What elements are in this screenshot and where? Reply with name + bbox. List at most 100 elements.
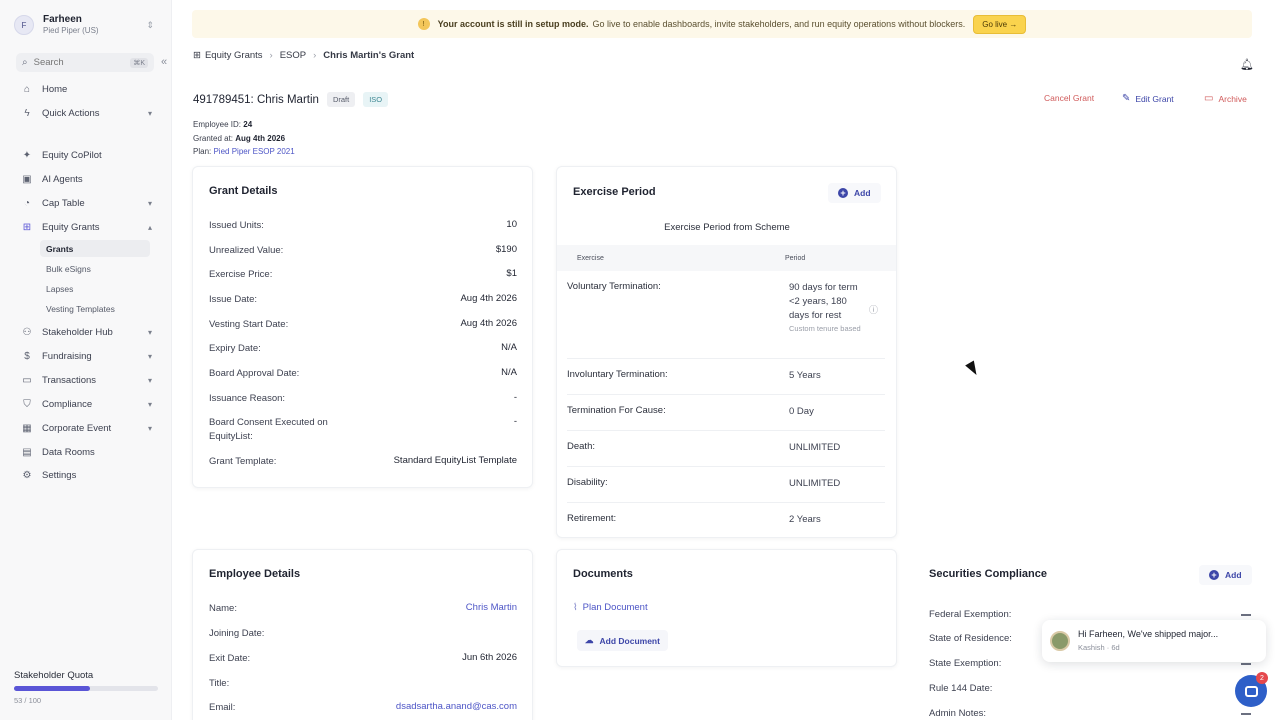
detail-key: Vesting Start Date: (209, 319, 289, 330)
sidebar-item-fundraising[interactable]: $ Fundraising ▾ (20, 346, 152, 366)
sidebar-item-settings[interactable]: ⚙ Settings (20, 465, 152, 485)
mouse-cursor-icon (965, 360, 981, 378)
detail-value: - (513, 416, 517, 427)
chat-notification[interactable]: Hi Farheen, We've shipped major... Kashi… (1042, 620, 1266, 662)
detail-key: Title: (209, 678, 230, 689)
exercise-value: 2 Years (789, 514, 821, 525)
employee-email-link[interactable]: dsadsartha.anand@cas.com (396, 701, 517, 715)
banner-bold-text: Your account is still in setup mode. (437, 19, 589, 29)
archive-button[interactable]: ▭ Archive (1204, 93, 1247, 104)
sidebar-item-label: AI Agents (42, 173, 83, 185)
info-icon[interactable]: ⓘ (869, 303, 878, 358)
detail-row: Unrealized Value: $190 (209, 244, 517, 258)
collapse-sidebar-icon[interactable]: « (161, 56, 167, 68)
sidebar-item-label: Stakeholder Hub (42, 326, 113, 338)
sidebar-item-equity-copilot[interactable]: ✦ Equity CoPilot (20, 145, 152, 165)
paperclip-icon: ⌇ (573, 602, 578, 613)
quota-progress-fill (14, 686, 91, 691)
dollar-icon: $ (24, 350, 30, 362)
sidebar-subitem-bulk-esigns[interactable]: Bulk eSigns (40, 260, 150, 277)
exercise-row: Termination For Cause: 0 Day (567, 405, 885, 431)
grant-meta: Employee ID: 24 Granted at: Aug 4th 2026… (193, 118, 295, 159)
warning-icon: ! (417, 18, 430, 30)
search-box[interactable]: ⌕ ⌘K (16, 53, 154, 72)
sidebar-item-label: Equity CoPilot (42, 149, 102, 161)
breadcrumb-root[interactable]: Equity Grants (205, 50, 263, 61)
sidebar-item-cap-table[interactable]: ◔ Cap Table ▾ (20, 193, 152, 213)
sidebar-item-quick-actions[interactable]: ϟ Quick Actions ▾ (20, 103, 152, 123)
exercise-value: UNLIMITED (789, 478, 841, 489)
chevron-down-icon: ▾ (147, 351, 152, 361)
add-exercise-button[interactable]: + Add (828, 183, 881, 203)
sidebar-item-label: Quick Actions (42, 107, 100, 119)
breadcrumb: ⊞ Equity Grants › ESOP › Chris Martin's … (193, 50, 414, 61)
card-title: Exercise Period (573, 186, 656, 198)
sidebar-item-home[interactable]: ⌂ Home (20, 79, 152, 99)
chevron-right-icon: › (313, 50, 317, 61)
detail-key: Issuance Reason: (209, 393, 286, 404)
sidebar-subitem-grants[interactable]: Grants (40, 240, 150, 257)
chevron-down-icon: ▾ (147, 327, 152, 337)
sidebar-item-equity-grants[interactable]: ⊞ Equity Grants ▴ (20, 217, 152, 237)
gift-icon: ⊞ (193, 50, 201, 61)
chat-message: Hi Farheen, We've shipped major... (1078, 629, 1219, 639)
detail-value: N/A (501, 342, 517, 353)
cloud-upload-icon: ☁ (585, 635, 594, 645)
sidebar-subitem-lapses[interactable]: Lapses (40, 280, 150, 297)
chat-launcher-button[interactable]: 2 (1235, 672, 1268, 707)
detail-value: Standard EquityList Template (393, 455, 517, 466)
compliance-key: Rule 144 Date: (929, 683, 993, 694)
detail-key: Name: (209, 603, 237, 614)
quota-progress-bar (14, 686, 158, 691)
detail-value: 10 (506, 219, 517, 230)
workspace-name: Farheen (43, 14, 82, 25)
sidebar-item-ai-agents[interactable]: ▣ AI Agents (20, 169, 152, 189)
workspace-switcher[interactable]: F Farheen Pied Piper (US) ⇕ (14, 10, 154, 40)
sidebar: F Farheen Pied Piper (US) ⇕ ⌕ ⌘K « ⌂ Hom… (0, 0, 172, 720)
pencil-icon: ✎ (1122, 93, 1131, 104)
sidebar-subitem-vesting-templates[interactable]: Vesting Templates (40, 300, 150, 317)
add-document-button[interactable]: ☁ Add Document (577, 630, 668, 651)
granted-value: Aug 4th 2026 (235, 133, 286, 143)
detail-key: Grant Template: (209, 456, 277, 467)
sidebar-item-label: Settings (42, 469, 77, 481)
add-securities-button[interactable]: + Add (1199, 565, 1252, 585)
quota-label: Stakeholder Quota (14, 670, 94, 681)
unread-count-badge: 2 (1256, 672, 1268, 684)
exercise-value: 0 Day (789, 406, 814, 417)
cancel-grant-button[interactable]: Cancel Grant (1044, 93, 1094, 103)
plan-link[interactable]: Pied Piper ESOP 2021 (213, 147, 294, 156)
sidebar-item-data-rooms[interactable]: ▤ Data Rooms (20, 442, 152, 462)
compliance-key: State Exemption: (929, 658, 1002, 669)
bolt-icon: ϟ (24, 107, 30, 119)
bell-icon[interactable]: 🔔︎ (1240, 58, 1254, 71)
sidebar-item-transactions[interactable]: ▭ Transactions ▾ (20, 370, 152, 390)
detail-value: Jun 6th 2026 (462, 652, 517, 663)
chevron-up-icon: ▴ (147, 222, 152, 232)
search-input[interactable] (33, 57, 118, 68)
breadcrumb-mid[interactable]: ESOP (280, 50, 306, 61)
compliance-key: State of Residence: (929, 633, 1012, 644)
gear-icon: ⚙ (22, 469, 32, 481)
chevron-updown-icon: ⇕ (146, 19, 154, 30)
detail-value: Aug 4th 2026 (460, 293, 517, 304)
plus-icon: + (838, 188, 848, 198)
cancel-grant-label: Cancel Grant (1044, 93, 1095, 103)
detail-key: Unrealized Value: (209, 245, 284, 256)
sidebar-item-stakeholder-hub[interactable]: ⚇ Stakeholder Hub ▾ (20, 322, 152, 342)
edit-grant-button[interactable]: ✎ Edit Grant (1122, 93, 1174, 104)
go-live-button[interactable]: Go live → (973, 14, 1027, 34)
avatar (1050, 631, 1070, 651)
card-icon: ▭ (22, 374, 32, 386)
status-badge: Draft (326, 92, 356, 107)
home-icon: ⌂ (23, 83, 31, 95)
sidebar-item-compliance[interactable]: ⛉ Compliance ▾ (20, 394, 152, 414)
chevron-right-icon: › (269, 50, 273, 61)
card-title: Documents (573, 568, 633, 580)
sidebar-item-corporate-event[interactable]: ▦ Corporate Event ▾ (20, 418, 152, 438)
sidebar-item-label: Data Rooms (42, 446, 95, 458)
employee-name-link[interactable]: Chris Martin (466, 602, 517, 616)
plan-document-link[interactable]: ⌇ Plan Document (573, 602, 648, 613)
detail-row: Exercise Price: $1 (209, 268, 517, 282)
exercise-value: 90 days for term <2 years, 180 days for … (789, 282, 858, 321)
